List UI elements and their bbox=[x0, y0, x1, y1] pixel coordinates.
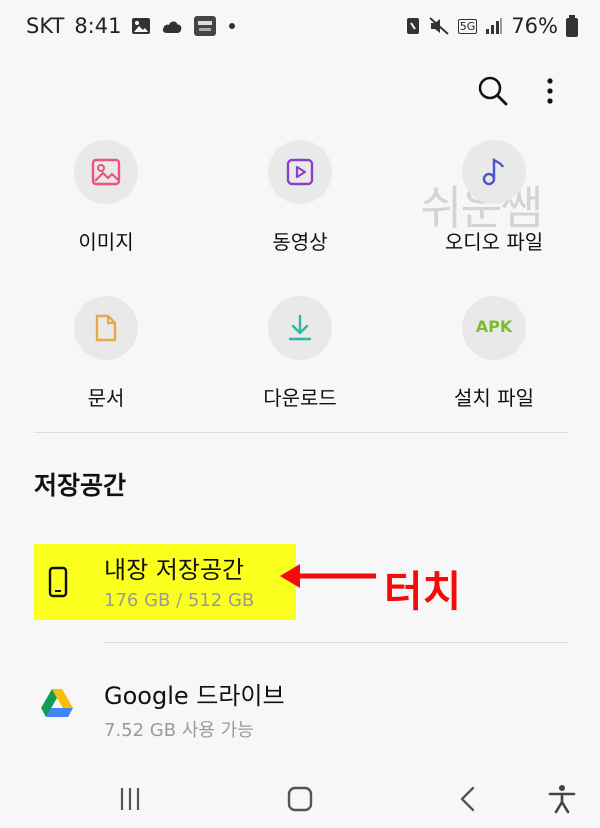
category-images[interactable]: 이미지 bbox=[16, 140, 196, 280]
back-button[interactable] bbox=[448, 782, 488, 816]
phone-icon bbox=[48, 566, 68, 598]
google-drive-item[interactable]: Google 드라이브 7.52 GB 사용 가능 bbox=[34, 670, 574, 746]
home-icon bbox=[287, 786, 313, 812]
search-button[interactable] bbox=[476, 74, 510, 108]
accessibility-icon bbox=[548, 785, 576, 814]
storage-section-title: 저장공간 bbox=[34, 471, 127, 500]
section-divider bbox=[34, 432, 568, 433]
google-drive-icon bbox=[41, 689, 73, 717]
audio-icon bbox=[482, 157, 505, 186]
more-options-button[interactable] bbox=[538, 74, 562, 108]
category-label: 설치 파일 bbox=[454, 386, 534, 410]
storage-name: Google 드라이브 bbox=[104, 682, 285, 710]
cloud-icon bbox=[163, 21, 182, 33]
clock: 8:41 bbox=[74, 14, 122, 38]
category-label: 오디오 파일 bbox=[444, 230, 544, 254]
category-audio-circle bbox=[462, 140, 526, 204]
navigation-bar bbox=[0, 770, 600, 828]
item-divider bbox=[104, 642, 568, 643]
nfc-icon bbox=[406, 18, 419, 34]
recents-button[interactable] bbox=[110, 782, 150, 816]
mute-icon bbox=[429, 17, 449, 35]
category-install-files[interactable]: APK 설치 파일 bbox=[404, 296, 584, 436]
top-app-bar bbox=[0, 60, 600, 120]
network-type-badge: 5G bbox=[457, 18, 478, 34]
category-documents-circle bbox=[74, 296, 138, 360]
recents-icon bbox=[120, 788, 140, 810]
apk-icon: APK bbox=[475, 317, 513, 336]
back-icon bbox=[460, 786, 475, 812]
video-icon bbox=[286, 158, 314, 186]
image-icon bbox=[91, 158, 121, 186]
status-bar: SKT 8:41 5G 76% bbox=[0, 0, 600, 54]
category-images-circle bbox=[74, 140, 138, 204]
category-videos[interactable]: 동영상 bbox=[210, 140, 390, 280]
category-label: 이미지 bbox=[78, 230, 134, 254]
category-downloads[interactable]: 다운로드 bbox=[210, 296, 390, 436]
battery-icon bbox=[566, 15, 578, 37]
category-label: 동영상 bbox=[272, 230, 328, 254]
more-notifications-dot-icon bbox=[229, 23, 236, 29]
download-icon bbox=[288, 314, 312, 341]
storage-detail: 176 GB / 512 GB bbox=[104, 590, 255, 611]
category-downloads-circle bbox=[268, 296, 332, 360]
category-label: 다운로드 bbox=[263, 386, 337, 410]
battery-percent: 76% bbox=[511, 14, 558, 38]
gallery-notification-icon bbox=[132, 18, 151, 34]
category-install-files-circle: APK bbox=[462, 296, 526, 360]
annotation-text: 터치 bbox=[384, 567, 462, 616]
home-button[interactable] bbox=[280, 782, 320, 816]
document-icon bbox=[95, 314, 117, 342]
category-documents[interactable]: 문서 bbox=[16, 296, 196, 436]
accessibility-button[interactable] bbox=[542, 782, 582, 816]
annotation-arrow bbox=[280, 564, 376, 588]
category-videos-circle bbox=[268, 140, 332, 204]
carrier-label: SKT bbox=[26, 14, 65, 38]
category-audio[interactable]: 오디오 파일 bbox=[404, 140, 584, 280]
more-vert-icon bbox=[547, 78, 553, 104]
storage-name: 내장 저장공간 bbox=[104, 556, 245, 584]
status-left: SKT 8:41 bbox=[26, 14, 237, 38]
search-icon bbox=[478, 76, 508, 106]
signal-icon bbox=[486, 18, 503, 34]
category-label: 문서 bbox=[87, 386, 125, 410]
app-notification-icon bbox=[194, 16, 217, 36]
status-right: 5G 76% bbox=[406, 14, 578, 38]
storage-detail: 7.52 GB 사용 가능 bbox=[104, 720, 254, 741]
